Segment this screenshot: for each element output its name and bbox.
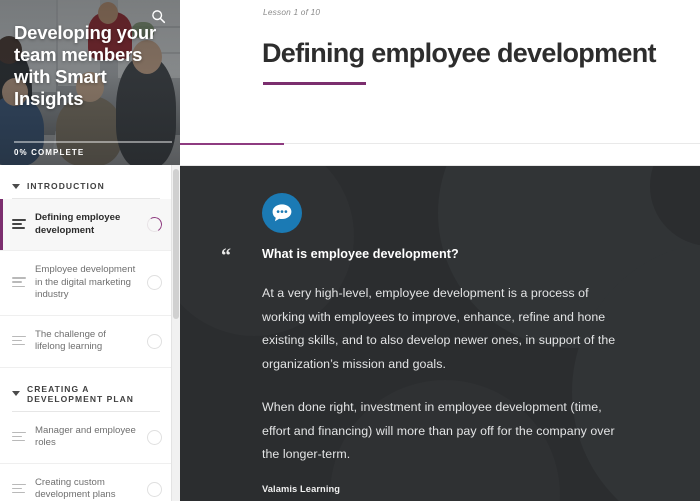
sidebar-item-label: The challenge of lifelong learning [35, 328, 106, 353]
lesson-status-icon [145, 215, 164, 234]
sidebar-item-challenge-lifelong-learning[interactable]: The challenge of lifelong learning [0, 316, 172, 368]
lesson-header: Lesson 1 of 10 Defining employee develop… [180, 0, 700, 166]
course-title: Developing your team members with Smart … [14, 22, 156, 109]
sidebar-item-manager-and-employee-roles[interactable]: Manager and employee roles [0, 412, 172, 464]
sidebar-scrollbar[interactable] [171, 165, 180, 501]
speech-bubble-icon [262, 193, 302, 233]
page-title: Defining employee development [262, 38, 656, 69]
section-title: INTRODUCTION [27, 181, 105, 191]
section-title: CREATING A DEVELOPMENT PLAN [27, 383, 135, 404]
sidebar-item-label: Manager and employee roles [35, 424, 136, 449]
lesson-nav-scroll[interactable]: INTRODUCTION Defining employee developme… [0, 165, 180, 501]
lesson-status-icon [147, 481, 162, 497]
search-icon[interactable] [146, 4, 170, 28]
lesson-lines-icon [12, 219, 26, 230]
quote-paragraph-1: At a very high-level, employee developme… [262, 286, 616, 371]
quote-attribution: Valamis Learning [262, 483, 341, 494]
quote-mark-icon: “ [221, 245, 231, 267]
section-header-creating-a-development-plan[interactable]: CREATING A DEVELOPMENT PLAN [0, 368, 172, 411]
sidebar-item-label: Creating custom development plans [35, 476, 116, 501]
lesson-lines-icon [12, 483, 26, 495]
title-accent-rule [263, 82, 366, 85]
quote-heading: What is employee development? [262, 247, 459, 261]
lesson-content: Lesson 1 of 10 Defining employee develop… [180, 0, 700, 501]
sidebar-item-label: Employee development in the digital mark… [35, 264, 136, 300]
scrollbar-thumb[interactable] [173, 169, 179, 319]
quote-panel: “ What is employee development? At a ver… [180, 166, 700, 501]
progress-track [14, 141, 172, 143]
quote-paragraph-2: When done right, investment in employee … [262, 400, 615, 461]
lesson-status-icon [147, 275, 162, 291]
progress-label: 0% COMPLETE [14, 148, 85, 157]
lesson-counter: Lesson 1 of 10 [263, 7, 321, 17]
lesson-lines-icon [12, 431, 26, 443]
sidebar-item-creating-custom-development-plans[interactable]: Creating custom development plans [0, 464, 172, 501]
lesson-lines-icon [12, 335, 26, 347]
sidebar-item-label: Defining employee development [35, 212, 121, 236]
quote-body: What is employee development? At a very … [262, 246, 632, 494]
course-hero: Developing your team members with Smart … [0, 0, 180, 165]
lesson-status-icon [147, 333, 162, 349]
sidebar-item-employee-development-digital-marketing[interactable]: Employee development in the digital mark… [0, 251, 172, 316]
lesson-status-icon [147, 429, 162, 445]
course-progress-bar [180, 143, 700, 145]
lesson-lines-icon [12, 277, 26, 288]
course-progress: 0% COMPLETE [14, 141, 172, 157]
course-player: Developing your team members with Smart … [0, 0, 700, 501]
section-header-introduction[interactable]: INTRODUCTION [0, 165, 172, 198]
course-progress-fill [180, 143, 284, 145]
sidebar-item-defining-employee-development[interactable]: Defining employee development [0, 199, 172, 251]
chevron-down-icon [12, 391, 20, 396]
course-sidebar: Developing your team members with Smart … [0, 0, 180, 501]
chevron-down-icon [12, 183, 20, 189]
